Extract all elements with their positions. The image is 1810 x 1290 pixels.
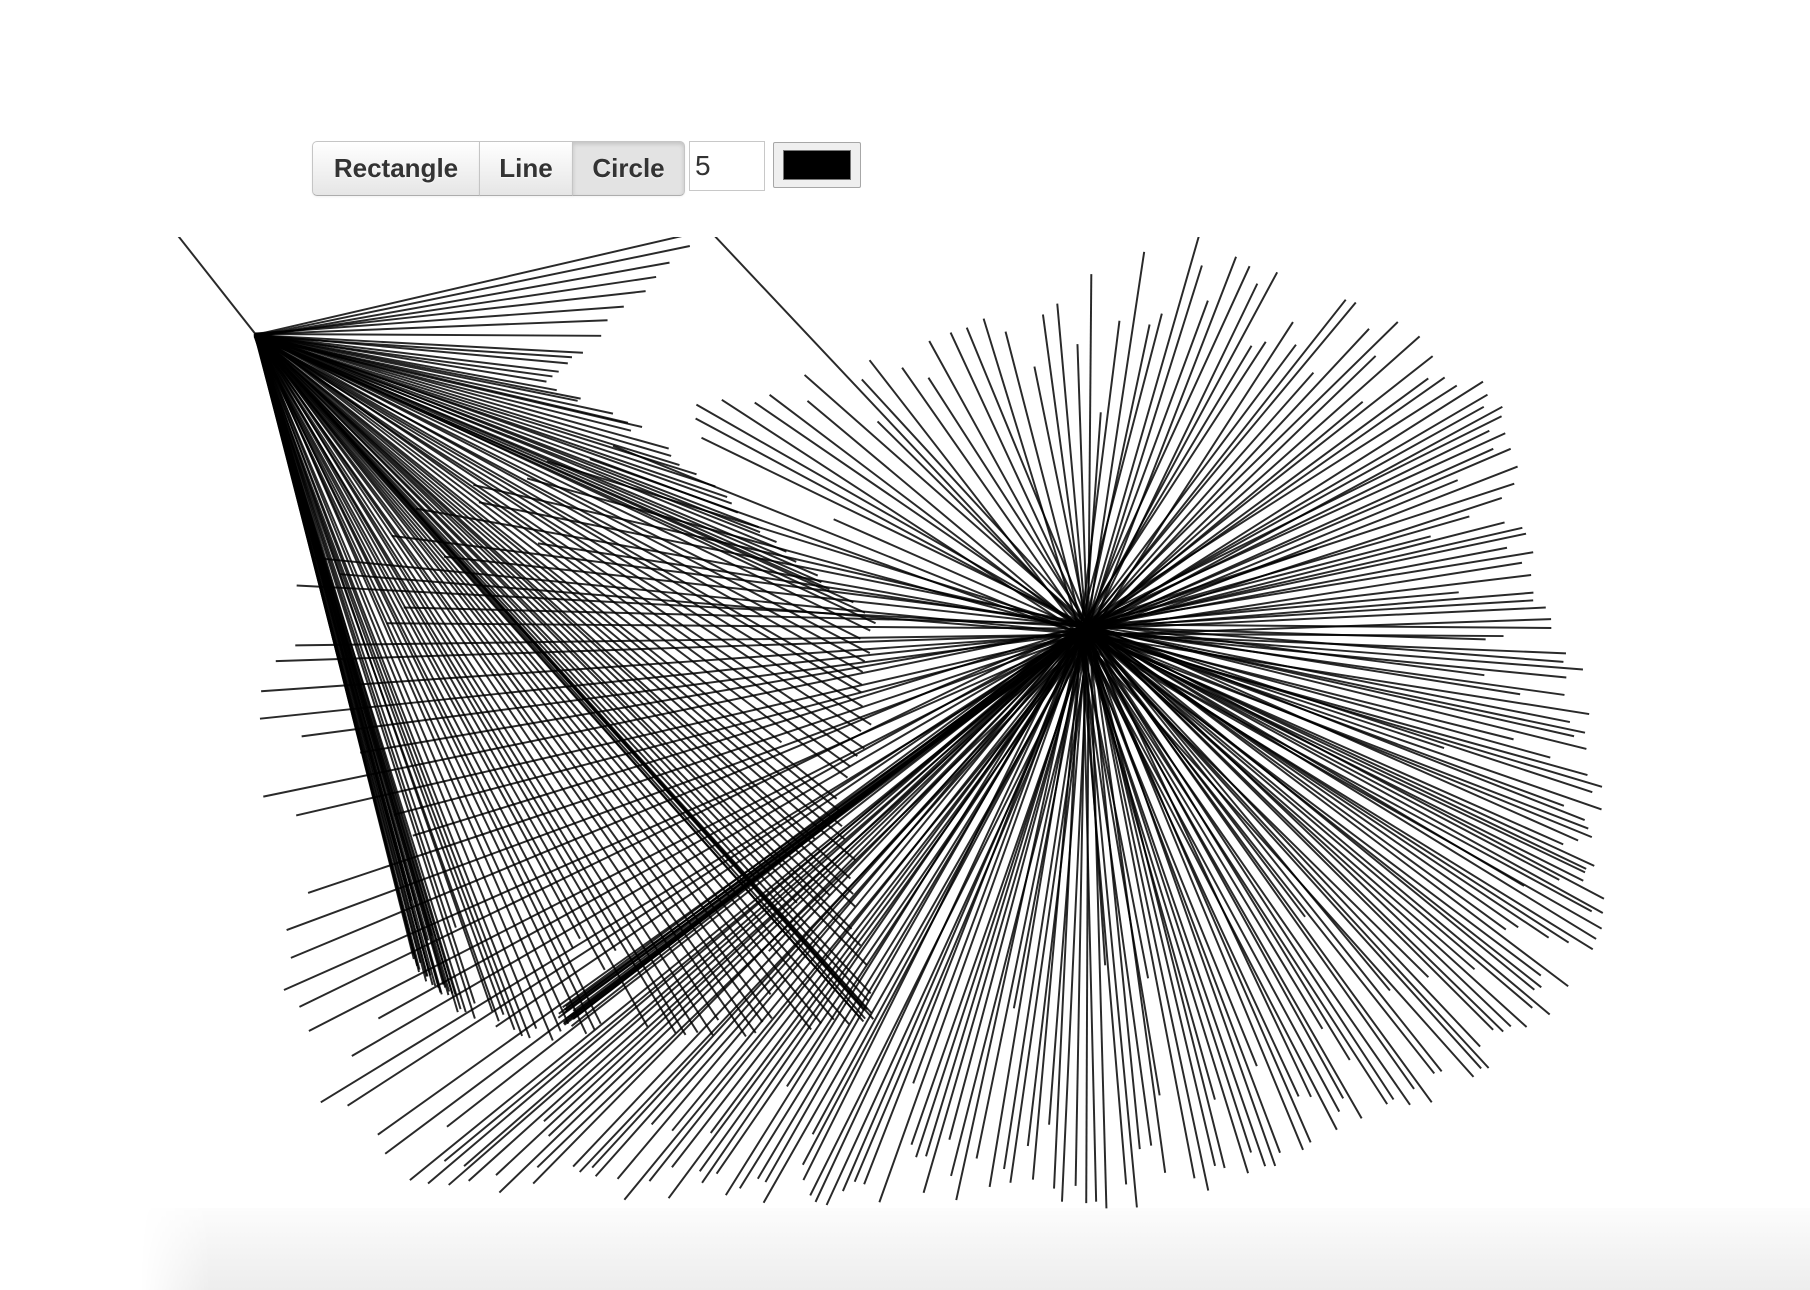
drawn-line	[762, 630, 1091, 1204]
color-swatch	[783, 150, 851, 180]
drawn-line	[275, 633, 1083, 663]
shape-tool-group: Rectangle Line Circle	[312, 141, 685, 196]
line-width-input[interactable]	[689, 141, 765, 191]
drawn-line	[257, 290, 646, 336]
drawn-line	[927, 377, 1092, 631]
line-tool-button[interactable]: Line	[479, 141, 573, 196]
drawn-line	[259, 631, 1087, 720]
drawn-line	[257, 245, 691, 337]
drawn-line	[1084, 535, 1431, 627]
drawn-line	[255, 332, 602, 337]
drawn-line	[255, 333, 773, 1019]
drawn-line	[254, 305, 624, 335]
color-picker-button[interactable]	[773, 142, 861, 188]
drawn-line	[256, 237, 683, 336]
circle-tool-button[interactable]: Circle	[572, 141, 685, 196]
drawing-layer	[177, 237, 1605, 1209]
rectangle-tool-button[interactable]: Rectangle	[312, 141, 480, 196]
drawn-line	[965, 327, 1091, 628]
drawing-canvas[interactable]	[0, 237, 1810, 1237]
drawn-line	[409, 633, 1084, 1181]
drawn-line	[255, 333, 856, 908]
drawn-line	[695, 403, 1088, 629]
drawn-line	[177, 237, 258, 336]
drawn-line	[468, 630, 1081, 1182]
drawn-line	[861, 378, 1088, 626]
drawn-line	[255, 335, 649, 1028]
drawn-line	[1087, 631, 1304, 1151]
